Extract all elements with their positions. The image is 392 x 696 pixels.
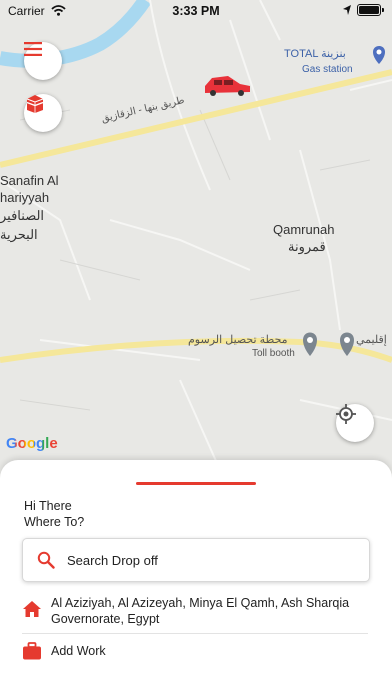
google-logo: Google bbox=[6, 435, 58, 452]
sheet-handle[interactable] bbox=[136, 482, 256, 485]
search-icon bbox=[37, 551, 55, 569]
locate-me-button[interactable] bbox=[336, 404, 374, 442]
kaaba-icon bbox=[26, 95, 44, 113]
qamrunah-label: Qamrunah bbox=[273, 222, 335, 237]
toll-booth-label: Toll booth bbox=[252, 348, 295, 359]
battery-tip bbox=[382, 8, 384, 12]
greeting-line1: Hi There bbox=[24, 499, 72, 513]
status-bar: Carrier 3:33 PM bbox=[0, 0, 392, 22]
menu-button[interactable] bbox=[24, 42, 62, 80]
search-placeholder: Search Drop off bbox=[67, 552, 158, 568]
greeting: Hi There Where To? bbox=[24, 498, 84, 530]
map-view[interactable]: طريق بنها - الزقازيق TOTAL بنزينة Gas st… bbox=[0, 0, 392, 470]
greeting-line2: Where To? bbox=[24, 515, 85, 529]
status-right bbox=[342, 4, 384, 16]
google-logo-text: Google bbox=[6, 435, 58, 452]
home-address-row[interactable]: Al Aziziyah, Al Azizeyah, Minya El Qamh,… bbox=[22, 595, 368, 627]
sanafin-arabic-line1: الصنافير bbox=[0, 208, 45, 223]
location-arrow-icon bbox=[343, 5, 351, 15]
home-address-text: Al Aziziyah, Al Azizeyah, Minya El Qamh,… bbox=[51, 596, 350, 626]
qamrunah-arabic-label: قمرونة bbox=[288, 239, 326, 254]
regional-label: إقليمي bbox=[356, 334, 387, 346]
hamburger-icon bbox=[24, 42, 42, 56]
battery-icon bbox=[357, 4, 381, 16]
add-work-label: Add Work bbox=[51, 644, 106, 658]
sanafin-label-line2: hariyyah bbox=[0, 190, 50, 205]
kaaba-button[interactable] bbox=[24, 94, 62, 132]
status-time: 3:33 PM bbox=[172, 4, 220, 18]
gas-station-type-label: Gas station bbox=[302, 64, 353, 75]
gas-station-label: TOTAL بنزينة bbox=[284, 48, 346, 60]
crosshair-icon bbox=[336, 404, 356, 424]
home-icon bbox=[23, 601, 41, 617]
briefcase-icon bbox=[23, 642, 41, 660]
sanafin-label-line1: Sanafin Al bbox=[0, 173, 59, 188]
divider bbox=[22, 633, 368, 634]
add-work-row[interactable]: Add Work bbox=[22, 642, 368, 660]
search-dropoff-field[interactable]: Search Drop off bbox=[22, 538, 370, 582]
sanafin-arabic-line2: البحرية bbox=[0, 227, 38, 242]
destination-sheet: Hi There Where To? Search Drop off Al Az… bbox=[0, 460, 392, 696]
